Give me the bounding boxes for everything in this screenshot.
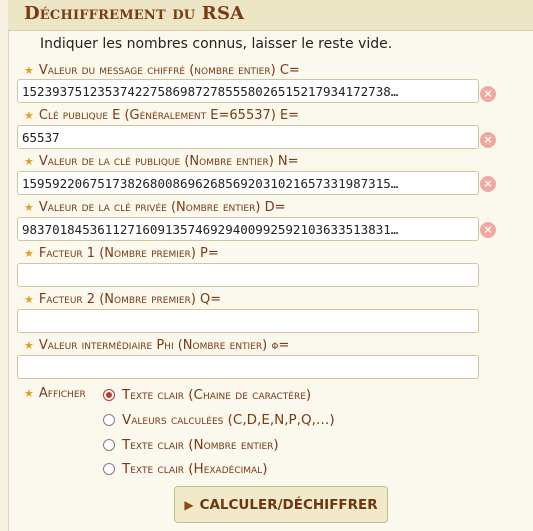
clear-x-icon[interactable]: ×	[480, 176, 496, 192]
play-triangle-icon: ▶	[184, 497, 194, 512]
radio-option-text-string[interactable]: Texte clair (Chaine de caractère)	[103, 386, 311, 404]
field-e-label: ★ Clé publique E (Généralement E=65537) E…	[24, 108, 300, 123]
ciphertext-c-input[interactable]	[17, 79, 479, 103]
field-n-label: ★ Valeur de la clé publique (Nombre entie…	[24, 154, 299, 169]
field-c-label: ★ Valeur du message chiffré (nombre entie…	[24, 63, 300, 78]
star-icon: ★	[24, 387, 34, 400]
star-icon: ★	[24, 109, 34, 122]
radio-selected-icon[interactable]	[103, 389, 115, 401]
title-bar: Déchiffrement du RSA	[8, 0, 533, 31]
private-key-d-input[interactable]	[17, 217, 479, 241]
page-title: Déchiffrement du RSA	[24, 3, 245, 24]
radio-option-integer[interactable]: Texte clair (Nombre entier)	[103, 436, 279, 454]
star-icon: ★	[24, 339, 34, 352]
intro-text: Indiquer les nombres connus, laisser le …	[40, 36, 393, 52]
public-key-e-input[interactable]	[17, 125, 479, 149]
radio-icon[interactable]	[103, 439, 115, 451]
clear-x-icon[interactable]: ×	[480, 222, 496, 238]
star-icon: ★	[24, 201, 34, 214]
clear-x-icon[interactable]: ×	[480, 132, 496, 148]
factor-p-input[interactable]	[17, 263, 479, 287]
star-icon: ★	[24, 293, 34, 306]
field-p-label: ★ Facteur 1 (Nombre premier) P=	[24, 246, 219, 261]
radio-icon[interactable]	[103, 463, 115, 475]
star-icon: ★	[24, 155, 34, 168]
field-phi-label: ★ Valeur intermédiaire Phi (Nombre entier…	[24, 338, 290, 353]
clear-x-icon[interactable]: ×	[480, 86, 496, 102]
display-label: ★ Afficher	[24, 386, 86, 401]
calculate-decrypt-button[interactable]: ▶ Calculer/Déchiffrer	[174, 486, 388, 523]
public-key-n-input[interactable]	[17, 171, 479, 195]
radio-option-calculated-values[interactable]: Valeurs calculées (C,D,E,N,P,Q,…)	[103, 411, 335, 429]
star-icon: ★	[24, 247, 34, 260]
phi-input[interactable]	[17, 355, 479, 379]
field-d-label: ★ Valeur de la clé privée (Nombre entier)…	[24, 200, 286, 215]
star-icon: ★	[24, 64, 34, 77]
radio-icon[interactable]	[103, 414, 115, 426]
field-q-label: ★ Facteur 2 (Nombre premier) Q=	[24, 292, 222, 307]
factor-q-input[interactable]	[17, 309, 479, 333]
radio-option-hexadecimal[interactable]: Texte clair (Hexadécimal)	[103, 460, 267, 478]
submit-label: Calculer/Déchiffrer	[199, 496, 378, 513]
